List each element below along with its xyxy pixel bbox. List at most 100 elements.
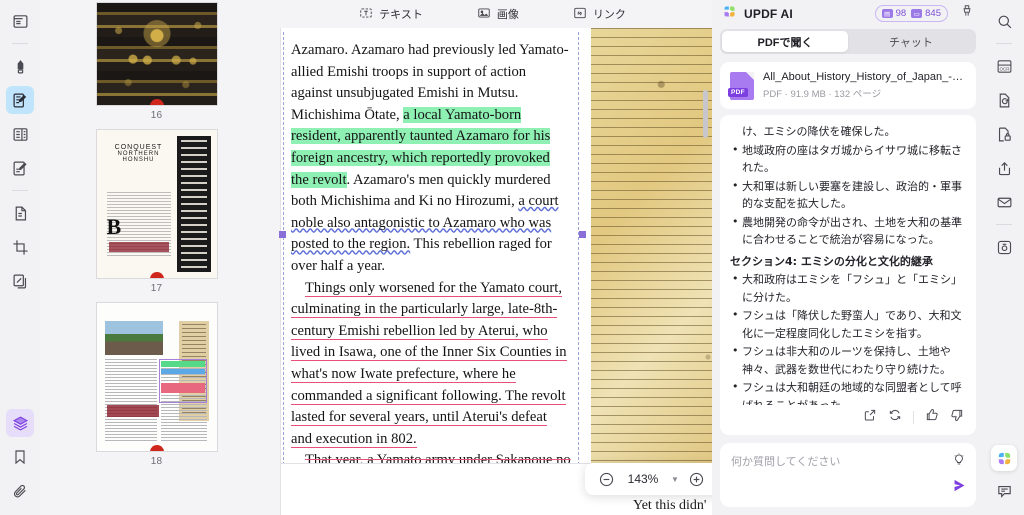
list-item: 農地開発の命令が出され、土地を大和の基準に合わせることで統治が容易になった。 <box>730 213 966 249</box>
answer-partial-line: け、エミシの降伏を確保した。 <box>742 125 896 139</box>
zoom-level-value[interactable]: 143% <box>619 472 667 486</box>
ai-logo-icon <box>722 4 737 24</box>
answer-section-heading: セクション4: エミシの分化と文化的継承 <box>730 254 933 268</box>
attachment-icon[interactable] <box>6 477 34 505</box>
share-icon[interactable] <box>990 154 1018 182</box>
send-icon[interactable] <box>951 477 968 499</box>
page-marker-badge <box>149 272 164 278</box>
link-icon <box>573 6 587 23</box>
ai-question-box[interactable]: 何か質問してください <box>720 442 976 507</box>
crop-icon[interactable] <box>6 233 34 261</box>
thumbnail-image <box>96 3 217 105</box>
thumbnail-frame[interactable] <box>95 302 218 452</box>
answer-action-bar <box>730 405 966 430</box>
thumbnail-label: 18 <box>150 456 163 467</box>
toolbar-image-label: 画像 <box>496 9 519 21</box>
action-divider <box>913 411 914 425</box>
doc-paragraph-2: Things only worsened for the Yamato cour… <box>291 278 571 451</box>
convert-icon[interactable] <box>990 86 1018 114</box>
ai-answer-body: け、エミシの降伏を確保した。 地域政府の座はタガ城からイサワ城に移転された。 大… <box>730 123 966 405</box>
zoom-in-button[interactable] <box>683 466 709 492</box>
thumbnail-image: CONQUEST NORTHERN HONSHU B <box>96 130 217 278</box>
comment-icon[interactable] <box>990 477 1018 505</box>
list-item: 大和軍は新しい要塞を建設し、政治的・軍事的な支配を拡大した。 <box>730 177 966 213</box>
organize-pages-icon[interactable] <box>6 120 34 148</box>
highlighter-icon[interactable] <box>6 52 34 80</box>
page-text-column[interactable]: Azamaro. Azamaro had previously led Yama… <box>279 28 586 513</box>
question-placeholder: 何か質問してください <box>731 454 841 468</box>
toolbar-text-tool[interactable]: テキスト <box>359 6 423 23</box>
selection-handle-right[interactable] <box>579 231 586 238</box>
left-tool-rail <box>0 0 40 515</box>
thumbnail-frame[interactable] <box>95 2 218 106</box>
page-convert-icon[interactable] <box>6 199 34 227</box>
page-scan-image[interactable] <box>591 28 712 498</box>
chat-credit-chip: ▭ 845 <box>911 8 941 19</box>
list-item: 大和政府はエミシを「フシュ」と「エミシ」に分けた。 <box>730 270 966 306</box>
right-rail-divider-2 <box>996 224 1012 225</box>
thumbs-down-icon[interactable] <box>950 408 964 427</box>
ai-mode-tabs: PDFで聞く チャット <box>720 29 976 55</box>
file-meta: All_About_History_History_of_Japan_-_1s.… <box>763 71 966 100</box>
batch-icon[interactable] <box>6 267 34 295</box>
clear-chat-icon[interactable] <box>960 4 974 23</box>
chevron-down-icon[interactable]: ▼ <box>667 475 683 484</box>
attached-file-card[interactable]: PDF All_About_History_History_of_Japan_-… <box>720 62 976 110</box>
file-details: PDF · 91.9 MB · 132 ページ <box>763 89 882 101</box>
thumbnail-label: 17 <box>150 283 163 294</box>
bookmark-icon[interactable] <box>6 443 34 471</box>
tab-ask-pdf[interactable]: PDFで聞く <box>722 31 848 53</box>
credits-badge[interactable]: ▤ 98 ▭ 845 <box>874 5 948 23</box>
search-icon[interactable] <box>990 7 1018 35</box>
thumbnail-frame[interactable]: CONQUEST NORTHERN HONSHU B <box>95 129 218 279</box>
right-tool-rail: OCR <box>984 0 1024 515</box>
selection-handle-left[interactable] <box>279 231 286 238</box>
red-underline-span: Things only worsened for the Yamato cour… <box>291 279 567 448</box>
thumbnail-panel[interactable]: 16 CONQUEST NORTHERN HONSHU B 17 18 <box>40 0 273 515</box>
edit-pdf-icon[interactable] <box>6 154 34 182</box>
doc-credit-value: 98 <box>895 8 907 20</box>
ocr-icon[interactable]: OCR <box>990 52 1018 80</box>
zoom-out-button[interactable] <box>593 466 619 492</box>
pdf-page-18[interactable]: Azamaro. Azamaro had previously led Yama… <box>279 28 712 513</box>
ai-panel-title: UPDF AI <box>744 6 793 21</box>
annotate-icon[interactable] <box>6 86 34 114</box>
email-icon[interactable] <box>990 188 1018 216</box>
updf-window: 16 CONQUEST NORTHERN HONSHU B 17 18 テキスト… <box>0 0 1024 515</box>
page-scroll-area[interactable]: Azamaro. Azamaro had previously led Yama… <box>273 28 712 515</box>
reader-mode-icon[interactable] <box>6 7 34 35</box>
regenerate-icon[interactable] <box>888 408 902 427</box>
ai-assistant-icon[interactable] <box>991 445 1017 471</box>
thumbs-up-icon[interactable] <box>925 408 939 427</box>
chat-credit-icon: ▭ <box>911 9 923 19</box>
doc-credit-chip: ▤ 98 <box>881 8 907 20</box>
doc-credit-icon: ▤ <box>881 9 893 19</box>
open-external-icon[interactable] <box>863 408 877 427</box>
toolbar-link-tool[interactable]: リンク <box>573 6 626 23</box>
layers-icon[interactable] <box>6 409 34 437</box>
right-rail-divider <box>996 43 1012 44</box>
toolbar-image-tool[interactable]: 画像 <box>477 6 519 23</box>
list-item: フシュは「降伏した野蛮人」であり、大和文化に一定程度同化したエミシを指す。 <box>730 306 966 342</box>
chat-credit-value: 845 <box>925 8 941 20</box>
protect-icon[interactable] <box>990 120 1018 148</box>
zoom-page-toolbar: 143% ▼ 18 / 132 <box>585 463 712 495</box>
vertical-scrollbar[interactable] <box>703 90 708 138</box>
thumbnail-page-17[interactable]: CONQUEST NORTHERN HONSHU B 17 <box>40 129 273 302</box>
page-marker-badge <box>149 99 164 105</box>
doc-paragraph-1: Azamaro. Azamaro had previously led Yama… <box>291 40 571 278</box>
toolbar-link-label: リンク <box>592 9 626 21</box>
image-icon <box>477 6 491 23</box>
thumbnail-page-18[interactable]: 18 <box>40 302 273 475</box>
page-marker-badge <box>149 445 164 451</box>
ai-answer-card: け、エミシの降伏を確保した。 地域政府の座はタガ城からイサワ城に移転された。 大… <box>720 115 976 435</box>
toolbar-text-label: テキスト <box>379 9 423 21</box>
list-item: フシュは大和朝廷の地域的な同盟者として呼ばれることがあった。 <box>730 378 966 405</box>
thumbnail-page-16[interactable]: 16 <box>40 2 273 129</box>
cloud-save-icon[interactable] <box>990 233 1018 261</box>
rail-divider <box>12 43 28 44</box>
file-name: All_About_History_History_of_Japan_-_1s.… <box>763 71 966 84</box>
tab-chat[interactable]: チャット <box>848 31 974 52</box>
idea-icon[interactable] <box>952 452 966 471</box>
answer-bullets-1: 地域政府の座はタガ城からイサワ城に移転された。 大和軍は新しい要塞を建設し、政治… <box>730 141 966 249</box>
